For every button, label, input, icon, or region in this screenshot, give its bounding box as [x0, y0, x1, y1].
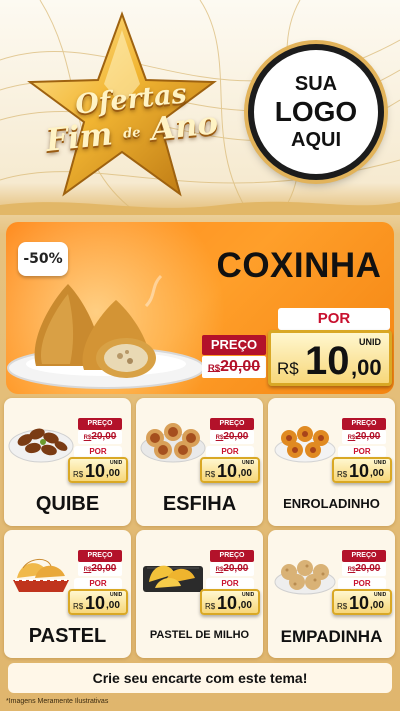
- enroladinho-currency: R$: [337, 470, 348, 479]
- empadinha-old-price: R$20,00: [342, 562, 386, 576]
- hero-currency: R$: [277, 359, 299, 378]
- hero-offer[interactable]: -50% COXINHA PREÇO R$20,00 POR ♥ R$ 10 ,…: [6, 222, 394, 394]
- esfiha-price-box: R$ 10 ,00 UNID: [200, 457, 260, 483]
- quibe-preco-label: PREÇO: [78, 418, 122, 430]
- pastel-de-milho-unid: UNID: [242, 592, 255, 598]
- enroladinho-price-box: R$ 10 ,00 UNID: [332, 457, 392, 483]
- logo-text-aqui: AQUI: [291, 129, 341, 151]
- hero-por-label: POR: [278, 308, 390, 330]
- pastel-de-milho-old-value: 20,00: [223, 563, 249, 574]
- empadinha-unid: UNID: [374, 592, 387, 598]
- empadinha-name: EMPADINHA: [280, 627, 383, 646]
- pastel-price-box: R$ 10 ,00 UNID: [68, 589, 128, 615]
- hero-product-name: COXINHA: [216, 246, 382, 285]
- pastel-de-milho-name: PASTEL DE MILHO: [149, 629, 250, 641]
- quibe-price-int: 10: [85, 461, 106, 481]
- pastel-preco-label: PREÇO: [78, 550, 122, 562]
- header: Ofertas Fim de Ano SUA LOGO AQUI: [0, 0, 400, 215]
- hero-price-box: R$ 10 ,00 UNID: [268, 330, 392, 386]
- empadinha-preco-label: PREÇO: [342, 550, 386, 562]
- esfiha-currency: R$: [205, 470, 216, 479]
- enroladinho-image: [274, 426, 336, 463]
- pastel-de-milho-price-box: R$ 10 ,00 UNID: [200, 589, 260, 615]
- esfiha-preco-label: PREÇO: [210, 418, 254, 430]
- quibe-old-price: R$20,00: [78, 430, 122, 444]
- pastel-de-milho-image: [143, 565, 203, 592]
- pastel-de-milho-old-price: R$20,00: [210, 562, 254, 576]
- empadinha-old-value: 20,00: [355, 563, 381, 574]
- create-flyer-cta[interactable]: Crie seu encarte com este tema!: [8, 663, 392, 693]
- esfiha-price-int: 10: [217, 461, 238, 481]
- enroladinho-preco-label: PREÇO: [342, 418, 386, 430]
- coxinha-image: [7, 274, 205, 389]
- hero-old-price: R$20,00: [202, 356, 266, 378]
- product-card-esfiha[interactable]: PREÇO R$20,00 POR R$ 10 ,00 UNID ESFIHA: [136, 398, 263, 526]
- hero-unid: UNID: [359, 337, 381, 347]
- logo-placeholder[interactable]: SUA LOGO AQUI: [248, 44, 384, 180]
- hero-price-int: 10: [305, 339, 350, 383]
- product-card-empadinha[interactable]: PREÇO R$20,00 POR R$ 10 ,00 UNID EMPADIN…: [268, 530, 395, 658]
- pastel-de-milho-preco-label: PREÇO: [210, 550, 254, 562]
- logo-text-sua: SUA: [294, 73, 338, 95]
- empadinha-price-int: 10: [349, 593, 370, 613]
- quibe-currency: R$: [73, 470, 84, 479]
- pastel-image: [13, 559, 69, 592]
- enroladinho-old-price: R$20,00: [342, 430, 386, 444]
- product-card-quibe[interactable]: PREÇO R$20,00 POR R$ 10 ,00 UNID QUIBE: [4, 398, 131, 526]
- title-de: de: [122, 125, 142, 142]
- quibe-old-value: 20,00: [91, 431, 117, 442]
- pastel-de-milho-price-int: 10: [217, 593, 238, 613]
- esfiha-image: [140, 423, 206, 463]
- product-card-pastel-de-milho[interactable]: PREÇO R$20,00 POR R$ 10 ,00 UNID PASTEL …: [136, 530, 263, 658]
- hero-price-dec: ,00: [351, 355, 382, 380]
- flyer-page: Ofertas Fim de Ano SUA LOGO AQUI -50% CO…: [0, 0, 400, 711]
- pastel-price-int: 10: [85, 593, 106, 613]
- quibe-price-dec: ,00: [106, 468, 120, 479]
- pastel-currency: R$: [73, 602, 84, 611]
- enroladinho-price-dec: ,00: [370, 468, 384, 479]
- quibe-name: QUIBE: [35, 493, 100, 515]
- discount-badge: -50%: [18, 242, 68, 276]
- quibe-price-box: R$ 10 ,00 UNID: [68, 457, 128, 483]
- enroladinho-price-int: 10: [349, 461, 370, 481]
- pastel-name: PASTEL: [28, 625, 107, 647]
- pastel-old-price: R$20,00: [78, 562, 122, 576]
- enroladinho-name: ENROLADINHO: [283, 496, 380, 511]
- hero-old-currency: R$: [207, 363, 221, 374]
- quibe-unid: UNID: [110, 460, 123, 466]
- pastel-de-milho-currency: R$: [205, 602, 216, 611]
- pastel-old-value: 20,00: [91, 563, 117, 574]
- pastel-de-milho-price-dec: ,00: [238, 600, 252, 611]
- title-fim: Fim: [44, 116, 115, 159]
- pastel-price-dec: ,00: [106, 600, 120, 611]
- pastel-unid: UNID: [110, 592, 123, 598]
- esfiha-old-value: 20,00: [223, 431, 249, 442]
- product-card-enroladinho[interactable]: PREÇO R$20,00 POR R$ 10 ,00 UNID ENROLAD…: [268, 398, 395, 526]
- product-card-pastel[interactable]: PREÇO R$20,00 POR R$ 10 ,00 UNID PASTEL: [4, 530, 131, 658]
- disclaimer: *Imagens Meramente Ilustrativas: [6, 698, 109, 705]
- empadinha-price-dec: ,00: [370, 600, 384, 611]
- logo-text-logo: LOGO: [274, 96, 358, 127]
- quibe-image: [8, 428, 74, 463]
- esfiha-unid: UNID: [242, 460, 255, 466]
- hero-old-value: 20,00: [220, 358, 261, 375]
- enroladinho-old-value: 20,00: [355, 431, 381, 442]
- hero-preco-label: PREÇO: [202, 335, 266, 355]
- empadinha-price-box: R$ 10 ,00 UNID: [332, 589, 392, 615]
- empadinha-currency: R$: [337, 602, 348, 611]
- esfiha-name: ESFIHA: [162, 493, 237, 515]
- enroladinho-unid: UNID: [374, 460, 387, 466]
- empadinha-image: [274, 560, 336, 595]
- ofertas-star-logo: Ofertas Fim de Ano: [14, 10, 224, 210]
- esfiha-price-dec: ,00: [238, 468, 252, 479]
- esfiha-old-price: R$20,00: [210, 430, 254, 444]
- title-ano: Ano: [149, 105, 220, 148]
